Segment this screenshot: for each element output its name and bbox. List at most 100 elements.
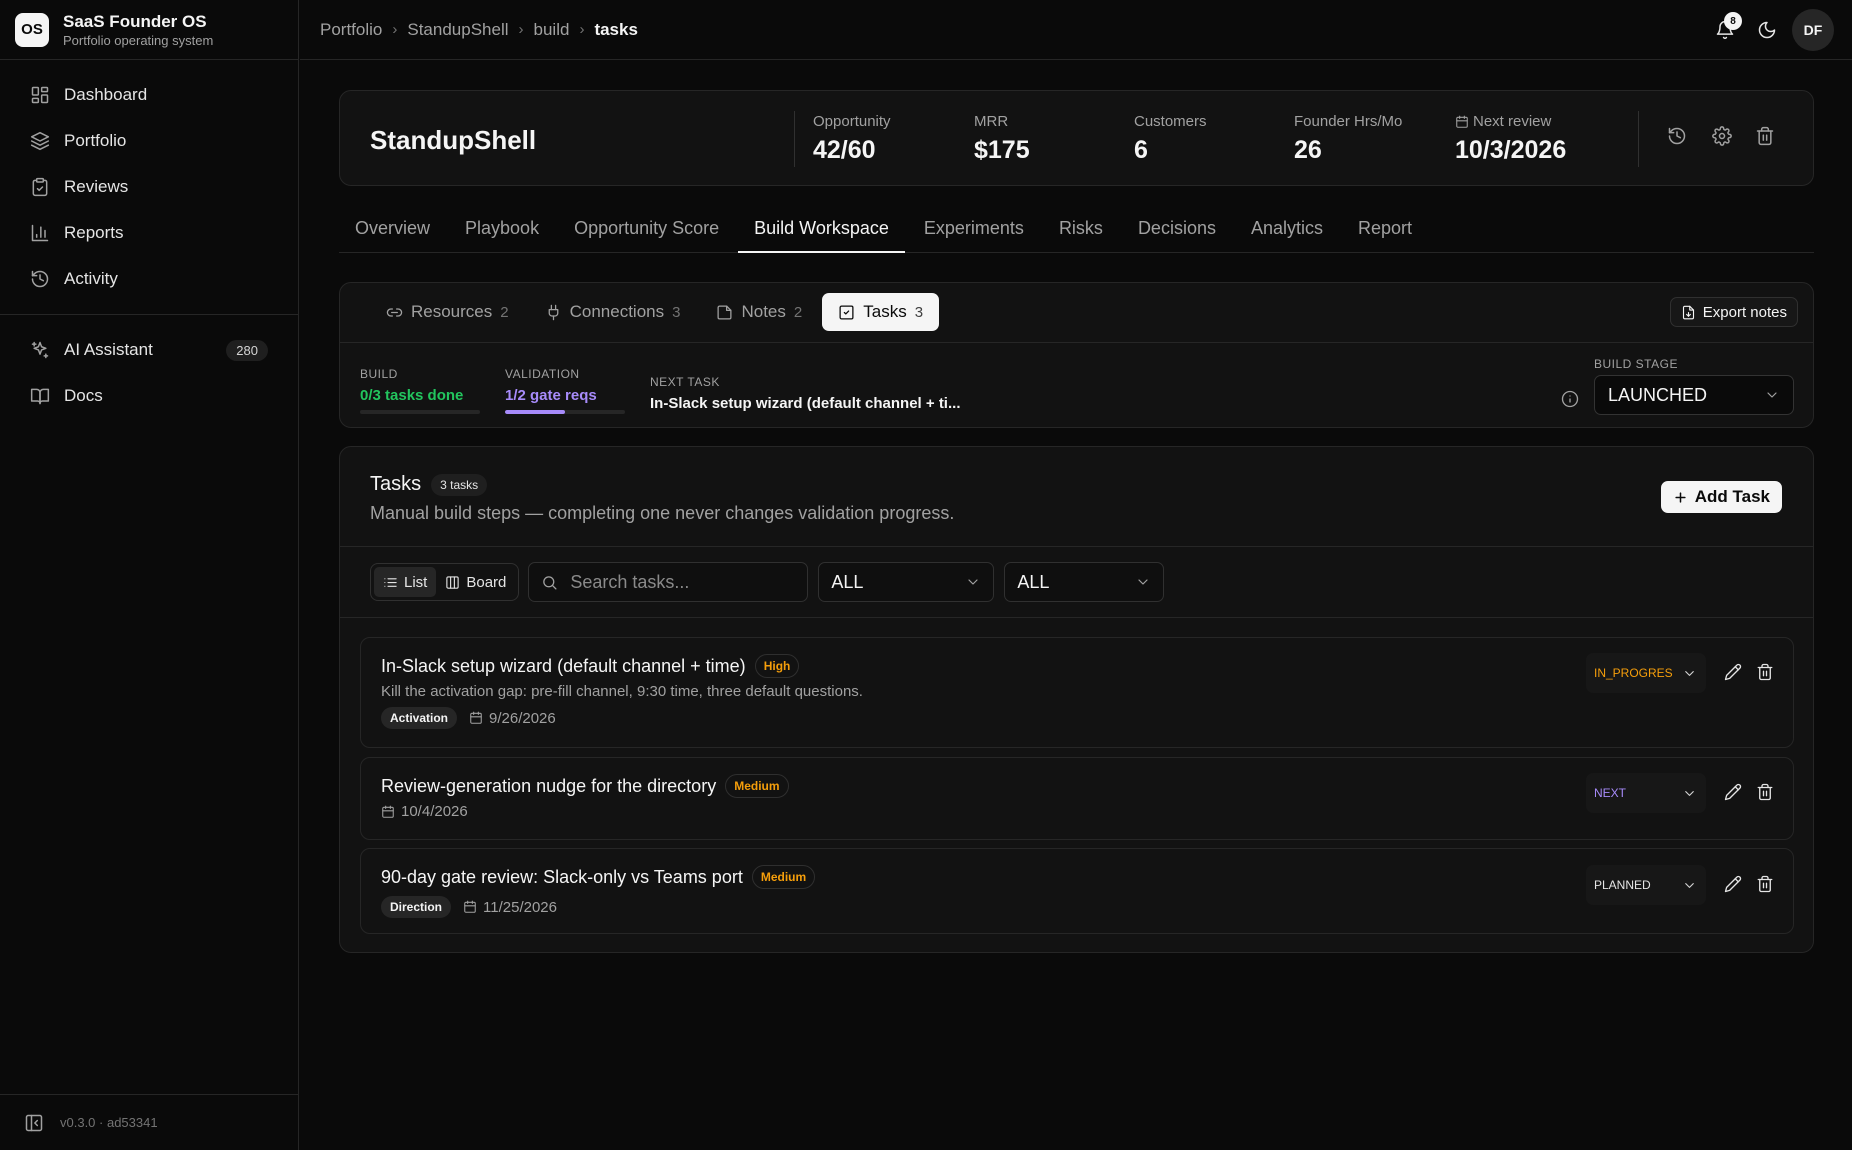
stat-divider (1638, 111, 1639, 167)
divider (340, 546, 1813, 547)
tab-decisions[interactable]: Decisions (1122, 207, 1232, 253)
delete-task-button[interactable] (1756, 875, 1778, 897)
breadcrumb-project[interactable]: StandupShell (407, 20, 508, 40)
info-icon[interactable] (1561, 390, 1579, 408)
subtab-resources[interactable]: Resources 2 (370, 293, 525, 331)
section-title: Tasks (370, 473, 422, 495)
view-list-button[interactable]: List (374, 567, 437, 597)
edit-task-button[interactable] (1724, 663, 1746, 685)
project-tabs: Overview Playbook Opportunity Score Buil… (339, 207, 1814, 253)
task-status-select[interactable]: PLANNED (1586, 865, 1706, 905)
stat-founder-hours: Founder Hrs/Mo 26 (1294, 113, 1402, 165)
build-stage-label: BUILD STAGE (1594, 357, 1678, 371)
sidebar-item-portfolio[interactable]: Portfolio (0, 118, 298, 164)
sidebar-item-ai-assistant[interactable]: AI Assistant 280 (0, 327, 298, 373)
breadcrumb: Portfolio › StandupShell › build › tasks (320, 20, 638, 40)
sidebar-item-activity[interactable]: Activity (0, 256, 298, 302)
columns-icon (446, 575, 460, 589)
nav-divider (0, 314, 298, 315)
theme-toggle-button[interactable] (1746, 9, 1788, 51)
subtab-notes[interactable]: Notes 2 (700, 293, 818, 331)
tab-opportunity-score[interactable]: Opportunity Score (558, 207, 735, 253)
trash-icon (1757, 663, 1773, 681)
task-title[interactable]: In-Slack setup wizard (default channel +… (381, 656, 746, 677)
version-label: v0.3.0 · ad53341 (60, 1115, 158, 1130)
priority-badge: Medium (725, 774, 789, 798)
sidebar-item-reports[interactable]: Reports (0, 210, 298, 256)
avatar[interactable]: DF (1792, 9, 1834, 51)
delete-task-button[interactable] (1756, 663, 1778, 685)
stat-opportunity: Opportunity 42/60 (813, 113, 891, 165)
brand-subtitle: Portfolio operating system (63, 32, 214, 48)
tab-overview[interactable]: Overview (339, 207, 446, 253)
sidebar-item-dashboard[interactable]: Dashboard (0, 72, 298, 118)
tab-report[interactable]: Report (1342, 207, 1428, 253)
project-header: StandupShell Opportunity 42/60 MRR $175 … (339, 90, 1814, 186)
progress-bar (505, 410, 625, 414)
tab-risks[interactable]: Risks (1043, 207, 1119, 253)
section-subtitle: Manual build steps — completing one neve… (370, 503, 955, 523)
task-title[interactable]: Review-generation nudge for the director… (381, 776, 716, 797)
view-board-button[interactable]: Board (436, 567, 515, 597)
calendar-icon (464, 900, 476, 913)
due-date: 10/4/2026 (381, 803, 468, 820)
task-row[interactable]: Review-generation nudge for the director… (360, 757, 1794, 840)
moon-icon (1758, 21, 1776, 39)
stat-value: 42/60 (813, 136, 876, 164)
subtab-connections[interactable]: Connections 3 (529, 293, 697, 331)
calendar-icon (382, 805, 394, 818)
add-task-button[interactable]: Add Task (1660, 481, 1782, 513)
settings-button[interactable] (1712, 126, 1736, 150)
collapse-sidebar-button[interactable] (24, 1113, 60, 1133)
status-filter-select[interactable]: ALL (818, 562, 995, 602)
edit-task-button[interactable] (1724, 783, 1746, 805)
tab-analytics[interactable]: Analytics (1235, 207, 1339, 253)
tab-playbook[interactable]: Playbook (449, 207, 555, 253)
pencil-icon (1724, 783, 1742, 801)
sidebar-item-docs[interactable]: Docs (0, 373, 298, 419)
search-field[interactable] (528, 562, 809, 602)
divider (340, 342, 1813, 343)
tab-build-workspace[interactable]: Build Workspace (738, 207, 905, 253)
notifications-button[interactable]: 8 (1704, 9, 1746, 51)
build-progress: BUILD 0/3 tasks done (360, 367, 480, 414)
delete-project-button[interactable] (1755, 126, 1779, 150)
stat-customers: Customers 6 (1134, 113, 1207, 165)
breadcrumb-build[interactable]: build (534, 20, 570, 40)
sidebar-item-reviews[interactable]: Reviews (0, 164, 298, 210)
task-title[interactable]: 90-day gate review: Slack-only vs Teams … (381, 867, 743, 888)
history-button[interactable] (1667, 126, 1691, 150)
workspace-subtabs: Resources 2 Connections 3 Notes 2 Tasks … (370, 293, 943, 331)
breadcrumb-portfolio[interactable]: Portfolio (320, 20, 382, 40)
task-status-select[interactable]: IN_PROGRES (1586, 653, 1706, 693)
priority-filter-select[interactable]: ALL (1004, 562, 1165, 602)
next-task-link[interactable]: In-Slack setup wizard (default channel +… (650, 395, 980, 412)
delete-task-button[interactable] (1756, 783, 1778, 805)
brand[interactable]: OS SaaS Founder OS Portfolio operating s… (0, 0, 298, 60)
history-icon (1668, 127, 1686, 145)
sparkles-icon (31, 341, 49, 359)
bar-chart-icon (31, 224, 49, 242)
trash-icon (1756, 126, 1774, 146)
brand-title: SaaS Founder OS (63, 11, 207, 31)
list-icon (384, 577, 397, 587)
chevron-down-icon (1685, 790, 1694, 796)
notification-count: 8 (1724, 12, 1742, 30)
subtab-tasks[interactable]: Tasks 3 (822, 293, 940, 331)
export-notes-button[interactable]: Export notes (1669, 297, 1798, 327)
build-stage-select[interactable]: LAUNCHED (1594, 375, 1794, 415)
tasks-heading: Tasks 3 tasks (370, 473, 488, 496)
task-status-select[interactable]: NEXT (1586, 773, 1706, 813)
search-input[interactable] (570, 571, 791, 593)
task-row[interactable]: 90-day gate review: Slack-only vs Teams … (360, 848, 1794, 934)
dashboard-icon (31, 86, 49, 104)
task-row[interactable]: In-Slack setup wizard (default channel +… (360, 637, 1794, 748)
pencil-icon (1724, 875, 1742, 893)
stat-label: MRR (974, 113, 1009, 130)
page-title: StandupShell (370, 125, 537, 155)
topbar: Portfolio › StandupShell › build › tasks… (300, 0, 1852, 60)
task-count-badge: 3 tasks (431, 473, 488, 496)
edit-task-button[interactable] (1724, 875, 1746, 897)
tab-experiments[interactable]: Experiments (908, 207, 1040, 253)
stat-mrr: MRR $175 (974, 113, 1030, 165)
